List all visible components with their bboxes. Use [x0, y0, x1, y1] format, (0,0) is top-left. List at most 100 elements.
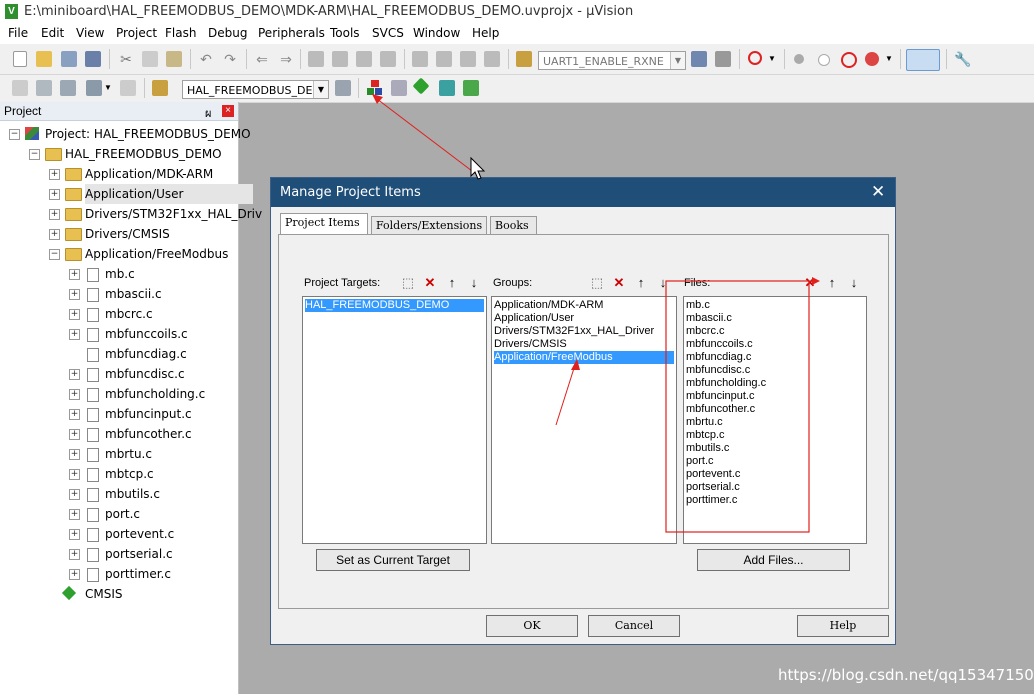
expand-toggle-icon[interactable]: + [69, 329, 80, 340]
expand-toggle-icon[interactable]: − [9, 129, 20, 140]
group-list-item[interactable]: Application/FreeModbus [494, 351, 674, 364]
file-list-item[interactable]: portevent.c [686, 468, 740, 481]
clear-bookmarks-icon[interactable] [380, 51, 396, 67]
menu-peripherals[interactable]: Peripherals [258, 26, 325, 40]
redo-icon[interactable]: ↷ [222, 51, 238, 67]
expand-toggle-icon[interactable]: + [69, 449, 80, 460]
wrench-icon[interactable]: 🔧 [954, 51, 971, 67]
tree-item-file[interactable]: + mbcrc.c [0, 304, 238, 324]
tree-item-group[interactable]: + Application/MDK-ARM [0, 164, 238, 184]
move-up-icon[interactable]: ↑ [823, 274, 841, 292]
ok-button[interactable]: OK [486, 615, 578, 637]
find-in-files-icon[interactable] [516, 51, 532, 67]
tree-item-file[interactable]: mbfuncdiag.c [0, 344, 238, 364]
translate-icon[interactable] [12, 80, 28, 96]
expand-toggle-icon[interactable]: + [69, 549, 80, 560]
close-icon[interactable]: × [222, 105, 234, 117]
file-list-item[interactable]: mbcrc.c [686, 325, 725, 338]
move-down-icon[interactable]: ↓ [654, 274, 672, 292]
file-list-item[interactable]: mbascii.c [686, 312, 732, 325]
bookmark-icon[interactable] [308, 51, 324, 67]
tab-project-items[interactable]: Project Items [280, 213, 368, 235]
menu-file[interactable]: File [8, 26, 28, 40]
expand-toggle-icon[interactable]: + [49, 209, 60, 220]
expand-toggle-icon[interactable]: + [69, 529, 80, 540]
move-down-icon[interactable]: ↓ [845, 274, 863, 292]
tree-item-cmsis[interactable]: CMSIS [0, 584, 238, 604]
expand-toggle-icon[interactable]: + [69, 469, 80, 480]
file-list-item[interactable]: mbrtu.c [686, 416, 723, 429]
uncomment-icon[interactable] [484, 51, 500, 67]
expand-toggle-icon[interactable]: + [69, 409, 80, 420]
find-combo[interactable]: UART1_ENABLE_RXNE ▼ [538, 51, 686, 70]
groups-list[interactable]: Application/MDK-ARM Application/User Drive… [491, 296, 677, 544]
menu-tools[interactable]: Tools [330, 26, 360, 40]
expand-toggle-icon[interactable]: + [69, 369, 80, 380]
close-icon[interactable]: ✕ [871, 182, 885, 202]
group-list-item[interactable]: Drivers/CMSIS [494, 338, 567, 351]
expand-toggle-icon[interactable]: + [69, 289, 80, 300]
tree-item-file[interactable]: + porttimer.c [0, 564, 238, 584]
menu-flash[interactable]: Flash [165, 26, 196, 40]
file-list-item[interactable]: porttimer.c [686, 494, 737, 507]
expand-toggle-icon[interactable]: + [69, 389, 80, 400]
tree-item-file[interactable]: + mbfuncinput.c [0, 404, 238, 424]
tree-item-project-root[interactable]: − Project: HAL_FREEMODBUS_DEMO [0, 124, 251, 144]
file-list-item[interactable]: portserial.c [686, 481, 740, 494]
expand-toggle-icon[interactable]: + [69, 509, 80, 520]
file-list-item[interactable]: mbtcp.c [686, 429, 725, 442]
set-as-current-target-button[interactable]: Set as Current Target [316, 549, 470, 571]
build-icon[interactable] [36, 80, 52, 96]
pack-installer-icon[interactable] [439, 80, 455, 96]
pin-icon[interactable]: ผ [205, 104, 211, 122]
menu-debug[interactable]: Debug [208, 26, 247, 40]
file-list-item[interactable]: mbfunccoils.c [686, 338, 753, 351]
clear-breakpoints-icon[interactable] [865, 52, 879, 66]
unindent-icon[interactable] [436, 51, 452, 67]
tree-item-group[interactable]: + Drivers/CMSIS [0, 224, 238, 244]
help-button[interactable]: Help [797, 615, 889, 637]
delete-group-icon[interactable]: ✕ [610, 274, 628, 292]
new-file-icon[interactable] [13, 51, 27, 67]
file-list-item[interactable]: mbfuncother.c [686, 403, 755, 416]
nav-back-icon[interactable]: ⇐ [254, 51, 270, 67]
move-up-icon[interactable]: ↑ [632, 274, 650, 292]
debug-session-icon[interactable] [748, 51, 762, 65]
file-list-item[interactable]: port.c [686, 455, 714, 468]
tree-item-file[interactable]: + portevent.c [0, 524, 238, 544]
incremental-find-icon[interactable] [715, 51, 731, 67]
tree-item-file[interactable]: + mbutils.c [0, 484, 238, 504]
file-list-item[interactable]: mbfuncdisc.c [686, 364, 750, 377]
expand-toggle-icon[interactable]: − [29, 149, 40, 160]
expand-toggle-icon[interactable]: + [49, 169, 60, 180]
cut-icon[interactable]: ✂ [118, 51, 134, 67]
batch-build-icon[interactable] [86, 80, 102, 96]
menu-svcs[interactable]: SVCS [372, 26, 404, 40]
delete-target-icon[interactable]: ✕ [421, 274, 439, 292]
menu-window[interactable]: Window [413, 26, 460, 40]
tree-item-file[interactable]: + mb.c [0, 264, 238, 284]
expand-toggle-icon[interactable]: + [69, 569, 80, 580]
tab-books[interactable]: Books [490, 216, 537, 234]
comment-icon[interactable] [460, 51, 476, 67]
expand-toggle-icon[interactable]: + [49, 229, 60, 240]
menu-view[interactable]: View [76, 26, 104, 40]
prev-bookmark-icon[interactable] [332, 51, 348, 67]
tree-item-file[interactable]: + mbfuncholding.c [0, 384, 238, 404]
manage-project-items-icon[interactable] [367, 80, 383, 96]
file-list-item[interactable]: mbfuncinput.c [686, 390, 754, 403]
tree-item-file[interactable]: + mbfuncother.c [0, 424, 238, 444]
chevron-down-icon[interactable]: ▼ [313, 81, 328, 98]
expand-toggle-icon[interactable]: + [69, 429, 80, 440]
menu-edit[interactable]: Edit [41, 26, 64, 40]
new-group-icon[interactable]: ⬚ [588, 274, 606, 292]
file-list-item[interactable]: mbutils.c [686, 442, 729, 455]
save-all-icon[interactable] [85, 51, 101, 67]
tree-item-file[interactable]: + mbascii.c [0, 284, 238, 304]
expand-toggle-icon[interactable]: − [49, 249, 60, 260]
expand-toggle-icon[interactable]: + [69, 269, 80, 280]
multi-project-icon[interactable] [463, 80, 479, 96]
target-list-item[interactable]: HAL_FREEMODBUS_DEMO [305, 299, 484, 312]
find-icon[interactable] [691, 51, 707, 67]
select-packs-icon[interactable] [391, 80, 407, 96]
